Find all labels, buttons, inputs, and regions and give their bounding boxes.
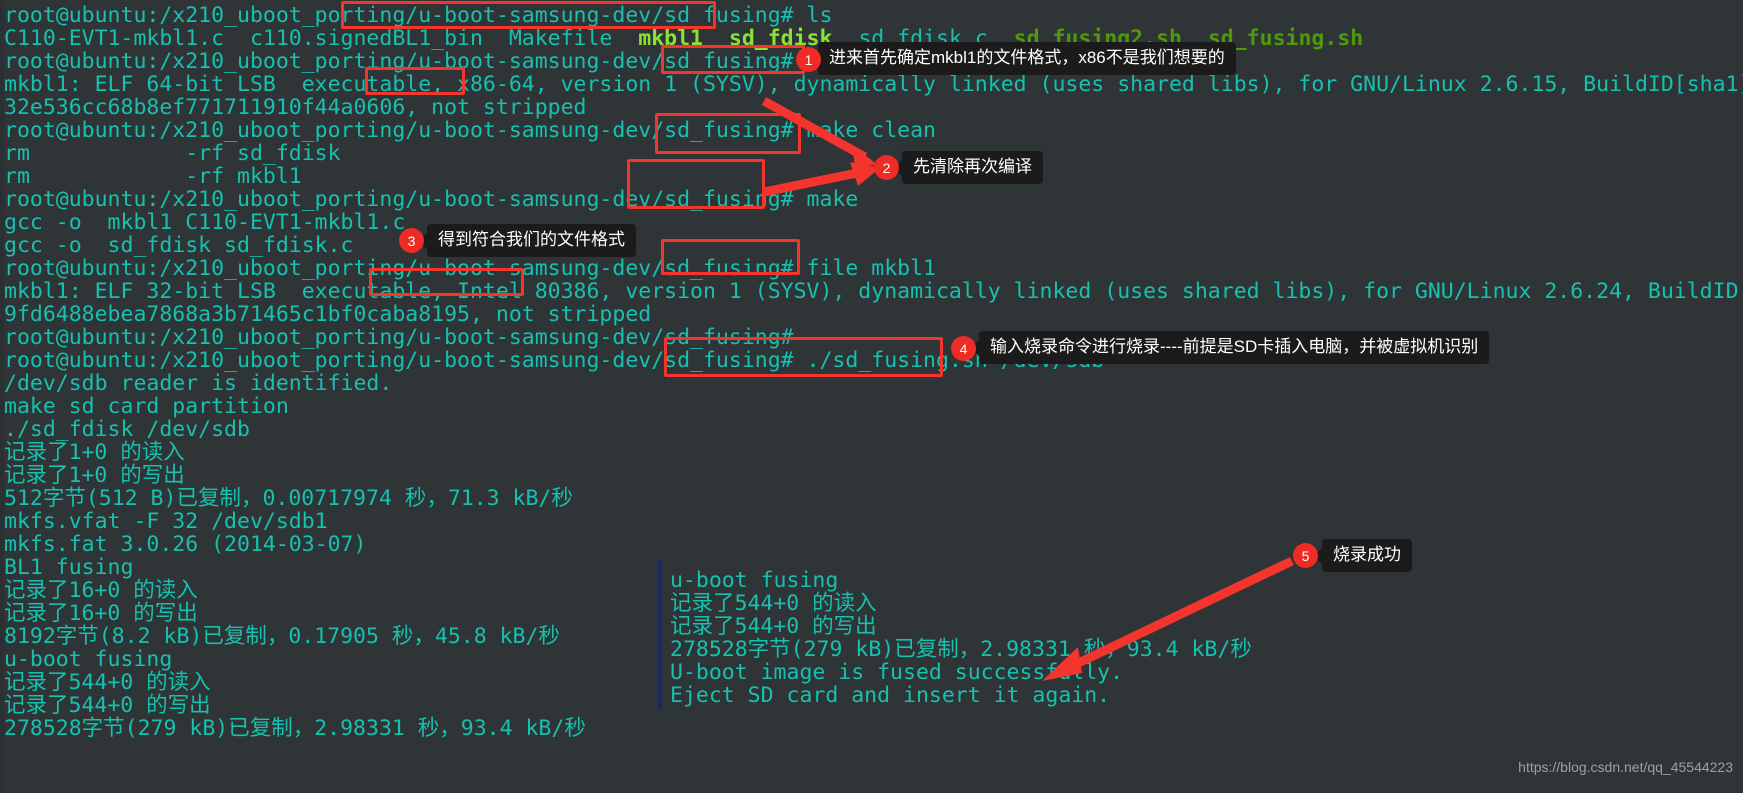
terminal-window: root@ubuntu:/x210_uboot_porting/u-boot-s… [0,0,1743,793]
terminal-text: 记录了16+0 的读入 [4,578,198,603]
terminal-line: 记录了16+0 的读入 [4,579,198,602]
terminal-text: gcc -o mkbl1 C110-EVT1-mkbl1.c [4,210,406,235]
overlay-terminal-line: Eject SD card and insert it again. [670,683,1111,708]
terminal-line: root@ubuntu:/x210_uboot_porting/u-boot-s… [4,188,858,211]
terminal-line: 记录了1+0 的写出 [4,464,185,487]
terminal-line: 8192字节(8.2 kB)已复制，0.17905 秒，45.8 kB/秒 [4,625,560,648]
terminal-line: gcc -o mkbl1 C110-EVT1-mkbl1.c [4,211,405,234]
callout-badge-5: 5 [1293,543,1318,568]
terminal-line: /dev/sdb reader is identified. [4,372,392,395]
terminal-text: mkbl1: ELF 32-bit LSB executable, Intel … [4,279,1743,304]
callout-text-3: 得到符合我们的文件格式 [418,224,636,257]
terminal-line: mkfs.fat 3.0.26 (2014-03-07) [4,533,366,556]
terminal-text: mkbl1 [638,26,703,51]
terminal-text: root@ubuntu:/x210_uboot_porting/u-boot-s… [4,325,794,350]
terminal-line: BL1 fusing [4,556,133,579]
callout-text-1: 进来首先确定mkbl1的文件格式，x86不是我们想要的 [809,42,1236,75]
callout-text-5: 烧录成功 [1313,539,1412,572]
terminal-text: 记录了544+0 的读入 [4,670,211,695]
callout-text-4: 输入烧录命令进行烧录----前提是SD卡插入电脑，并被虚拟机识别 [969,331,1490,364]
terminal-text: 8192字节(8.2 kB)已复制，0.17905 秒，45.8 kB/秒 [4,624,560,649]
terminal-text: u-boot fusing [4,647,173,672]
terminal-text: gcc -o sd_fdisk sd_fdisk.c [4,233,354,258]
terminal-text: ./sd_fdisk /dev/sdb [4,417,250,442]
overlay-terminal-line: 记录了544+0 的写出 [670,614,877,639]
terminal-text: 记录了1+0 的写出 [4,463,185,488]
terminal-text: BL1 fusing [4,555,134,580]
terminal-line: 记录了544+0 的写出 [4,694,211,717]
terminal-text: root@ubuntu:/x210_uboot_porting/u-boot-s… [4,256,936,281]
terminal-line: rm -rf mkbl1 [4,165,302,188]
watermark: https://blog.csdn.net/qq_45544223 [1518,759,1733,775]
overlay-terminal-line: u-boot fusing [670,568,839,593]
terminal-line: mkbl1: ELF 64-bit LSB executable, x86-64… [4,73,1743,96]
terminal-text: sd_fdisk [728,26,833,51]
terminal-text: rm -rf mkbl1 [4,164,302,189]
terminal-text: mkfs.fat 3.0.26 (2014-03-07) [4,532,367,557]
terminal-line: mkfs.vfat -F 32 /dev/sdb1 [4,510,328,533]
terminal-line: root@ubuntu:/x210_uboot_porting/u-boot-s… [4,4,832,27]
terminal-line: 512字节(512 B)已复制，0.00717974 秒，71.3 kB/秒 [4,487,573,510]
terminal-line: root@ubuntu:/x210_uboot_porting/u-boot-s… [4,349,1104,372]
terminal-text: root@ubuntu:/x210_uboot_porting/u-boot-s… [4,3,833,28]
terminal-line: 32e536cc68b8ef771711910f44a0606, not str… [4,96,586,119]
terminal-line: 记录了16+0 的写出 [4,602,198,625]
overlay-terminal-line: 记录了544+0 的读入 [670,591,877,616]
terminal-text: root@ubuntu:/x210_uboot_porting/u-boot-s… [4,348,1105,373]
terminal-line: mkbl1: ELF 32-bit LSB executable, Intel … [4,280,1743,303]
arrow-to-callout-2b [763,162,880,197]
terminal-line: 记录了1+0 的读入 [4,441,185,464]
terminal-text: mkbl1: ELF 64-bit LSB executable, x86-64… [4,72,1743,97]
terminal-text: /dev/sdb reader is identified. [4,371,393,396]
terminal-text: 278528字节(279 kB)已复制，2.98331 秒，93.4 kB/秒 [4,716,586,741]
terminal-text: 记录了16+0 的写出 [4,601,198,626]
terminal-text: 9fd6488ebea7868a3b71465c1bf0caba8195, no… [4,302,652,327]
terminal-line: 9fd6488ebea7868a3b71465c1bf0caba8195, no… [4,303,651,326]
terminal-text: 记录了544+0 的写出 [4,693,211,718]
terminal-text: 32e536cc68b8ef771711910f44a0606, not str… [4,95,587,120]
callout-text-2: 先清除再次编译 [893,151,1043,184]
terminal-line: gcc -o sd_fdisk sd_fdisk.c [4,234,354,257]
terminal-text: 记录了1+0 的读入 [4,440,185,465]
callout-badge-4: 4 [951,336,976,361]
terminal-line: rm -rf sd_fdisk [4,142,341,165]
callout-badge-3: 3 [399,228,424,253]
arrow-to-callout-5 [1042,556,1294,681]
callout-badge-1: 1 [796,47,821,72]
terminal-text: root@ubuntu:/x210_uboot_porting/u-boot-s… [4,187,859,212]
terminal-line: u-boot fusing [4,648,172,671]
terminal-line: make sd card partition [4,395,289,418]
terminal-text: make sd card partition [4,394,289,419]
callout-badge-2: 2 [874,155,899,180]
terminal-text: mkfs.vfat -F 32 /dev/sdb1 [4,509,328,534]
terminal-line: 278528字节(279 kB)已复制，2.98331 秒，93.4 kB/秒 [4,717,586,740]
terminal-text: C110-EVT1-mkbl1.c c110.signedBL1_bin Mak… [4,26,639,51]
terminal-text: 512字节(512 B)已复制，0.00717974 秒，71.3 kB/秒 [4,486,573,511]
terminal-line: 记录了544+0 的读入 [4,671,211,694]
terminal-line: ./sd_fdisk /dev/sdb [4,418,250,441]
terminal-text: rm -rf sd_fdisk [4,141,341,166]
terminal-line: root@ubuntu:/x210_uboot_porting/u-boot-s… [4,326,794,349]
terminal-line: root@ubuntu:/x210_uboot_porting/u-boot-s… [4,257,936,280]
